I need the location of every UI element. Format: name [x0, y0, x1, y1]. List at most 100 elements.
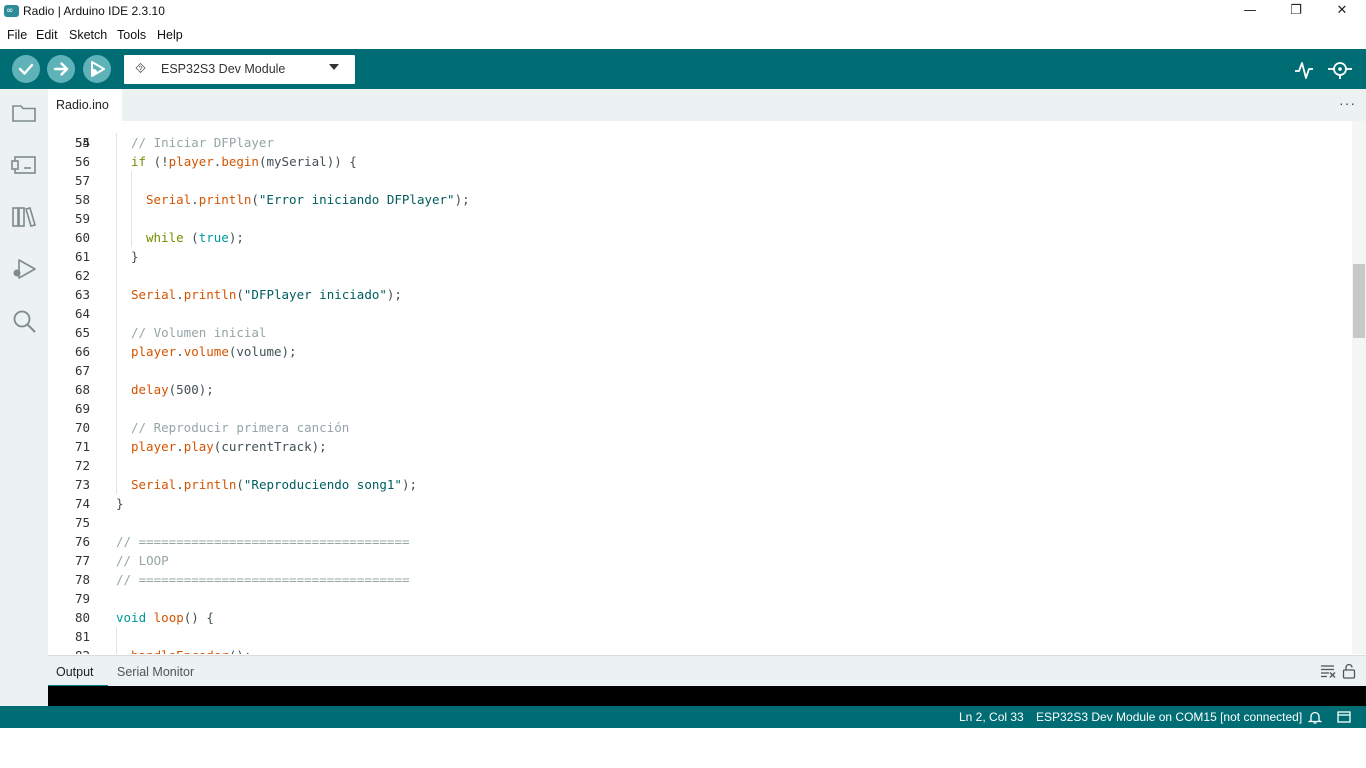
code-token: handleEncoder	[131, 648, 229, 654]
notifications-button[interactable]	[1307, 710, 1323, 724]
board-selector[interactable]: ⯑ ESP32S3 Dev Module	[124, 55, 355, 84]
menu-file[interactable]: File	[7, 28, 27, 42]
indent-guide	[116, 228, 117, 247]
board-manager-icon	[11, 156, 36, 174]
code-line-partial: 54	[48, 121, 1352, 150]
code-line: 62	[48, 266, 1352, 285]
indent-guide	[116, 437, 117, 456]
code-token: play	[183, 439, 214, 454]
line-number: 73	[74, 477, 90, 492]
code-line: 72	[48, 456, 1352, 475]
code-token: Serial	[131, 477, 177, 492]
code-text: player.volume(volume);	[131, 342, 297, 361]
line-number: 74	[74, 496, 90, 511]
line-number: 81	[74, 629, 90, 644]
line-number: 75	[74, 515, 90, 530]
code-line: 70 // Reproducir primera canción	[48, 418, 1352, 437]
code-line: 75	[48, 513, 1352, 532]
minimize-button[interactable]: —	[1227, 0, 1273, 24]
upload-button[interactable]	[47, 55, 75, 83]
code-token: "DFPlayer iniciado"	[243, 287, 387, 302]
indent-guide	[116, 247, 117, 266]
tab-output[interactable]: Output	[48, 656, 108, 687]
usb-icon: ⯑	[135, 61, 147, 77]
code-token: // Iniciar DFPlayer	[131, 135, 274, 150]
indent-guide	[116, 361, 117, 380]
indent-guide	[131, 171, 132, 190]
maximize-button[interactable]: ❐	[1273, 0, 1319, 24]
indent-guide	[116, 323, 117, 342]
code-token: // ====================================	[116, 572, 410, 587]
code-line: 59	[48, 209, 1352, 228]
code-token: (500);	[168, 382, 214, 397]
code-line: 63 Serial.println("DFPlayer iniciado");	[48, 285, 1352, 304]
code-token: "Reproduciendo song1"	[243, 477, 402, 492]
menu-help[interactable]: Help	[157, 28, 183, 42]
indent-guide	[116, 133, 117, 152]
line-number: 59	[74, 211, 90, 226]
close-button[interactable]: ✕	[1319, 0, 1365, 24]
line-number: 79	[74, 591, 90, 606]
code-token: // Volumen inicial	[131, 325, 267, 340]
code-text: // LOOP	[116, 551, 169, 570]
line-number: 78	[74, 572, 90, 587]
more-actions-icon[interactable]: ···	[1339, 95, 1356, 111]
code-line: 79	[48, 589, 1352, 608]
code-token: (volume);	[228, 344, 297, 359]
line-number: 67	[74, 363, 90, 378]
arrow-right-icon	[53, 62, 69, 76]
menu-edit[interactable]: Edit	[36, 28, 58, 42]
tab-serial-monitor-label: Serial Monitor	[117, 665, 195, 679]
serial-monitor-button[interactable]	[1327, 58, 1353, 80]
library-manager-button[interactable]	[10, 203, 38, 231]
cursor-position[interactable]: Ln 2, Col 33	[959, 710, 1024, 724]
code-token: (mySerial)) {	[258, 154, 357, 169]
menu-tools[interactable]: Tools	[117, 28, 146, 42]
indent-guide	[116, 646, 117, 654]
debug-button[interactable]	[83, 55, 111, 83]
line-number: 63	[74, 287, 90, 302]
verify-button[interactable]	[12, 55, 40, 83]
code-token: println	[183, 287, 237, 302]
code-token: (	[183, 230, 199, 245]
panel-toggle-icon	[1337, 711, 1351, 723]
sketchbook-button[interactable]	[10, 99, 38, 127]
menu-sketch[interactable]: Sketch	[69, 28, 107, 42]
code-token: ();	[229, 648, 252, 654]
code-line: 73 Serial.println("Reproduciendo song1");	[48, 475, 1352, 494]
editor-scrollbar[interactable]	[1352, 121, 1366, 654]
indent-guide	[131, 190, 132, 209]
tab-serial-monitor[interactable]: Serial Monitor	[108, 656, 208, 687]
indent-guide	[116, 456, 117, 475]
line-number: 76	[74, 534, 90, 549]
line-number: 68	[74, 382, 90, 397]
indent-guide	[116, 266, 117, 285]
serial-plotter-button[interactable]	[1293, 59, 1315, 81]
line-number: 77	[74, 553, 90, 568]
debug-panel-button[interactable]	[10, 255, 38, 283]
tab-radio-ino[interactable]: Radio.ino	[48, 89, 122, 121]
line-number: 80	[74, 610, 90, 625]
code-text: // Iniciar DFPlayer	[131, 133, 274, 152]
clear-output-button[interactable]	[1320, 664, 1336, 678]
indent-guide	[116, 152, 117, 171]
code-token: );	[401, 477, 418, 492]
code-text: Serial.println("Reproduciendo song1");	[131, 475, 417, 494]
code-token: .	[176, 344, 184, 359]
line-number: 82	[48, 646, 90, 654]
code-text: // Volumen inicial	[131, 323, 266, 342]
code-editor[interactable]: 54 55// Iniciar DFPlayer 56 if (!player.be…	[48, 121, 1352, 654]
board-port-status[interactable]: ESP32S3 Dev Module on COM15 [not connect…	[1036, 710, 1302, 724]
scrollbar-thumb[interactable]	[1353, 264, 1365, 338]
boards-manager-button[interactable]	[10, 151, 38, 179]
search-button[interactable]	[10, 307, 38, 335]
toggle-panel-button[interactable]	[1337, 710, 1351, 724]
code-token: // Reproducir primera canción	[131, 420, 350, 435]
menu-bar: File Edit Sketch Tools Help	[0, 24, 1366, 49]
scroll-lock-button[interactable]	[1342, 663, 1356, 679]
code-token: begin	[221, 154, 259, 169]
code-line: 71 player.play(currentTrack);	[48, 437, 1352, 456]
library-icon	[12, 207, 37, 227]
output-console[interactable]	[48, 686, 1366, 706]
